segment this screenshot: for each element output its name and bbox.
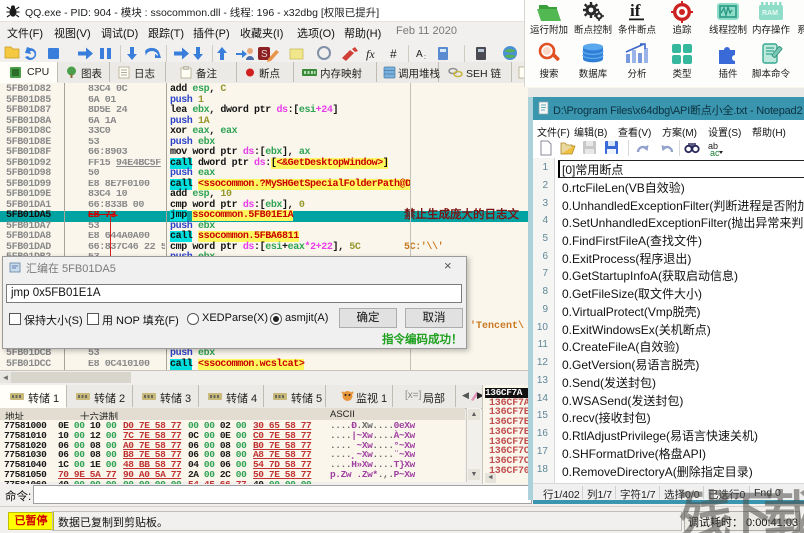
svg-text:S: S	[261, 49, 268, 60]
svg-text:A: A	[416, 49, 423, 60]
svg-text::: :	[424, 54, 426, 61]
svg-text:if: if	[630, 1, 641, 20]
svg-text:RAM: RAM	[762, 10, 778, 17]
svg-text:fx: fx	[366, 47, 375, 61]
svg-text:ac: ac	[710, 148, 720, 158]
svg-text:#: #	[390, 47, 397, 61]
